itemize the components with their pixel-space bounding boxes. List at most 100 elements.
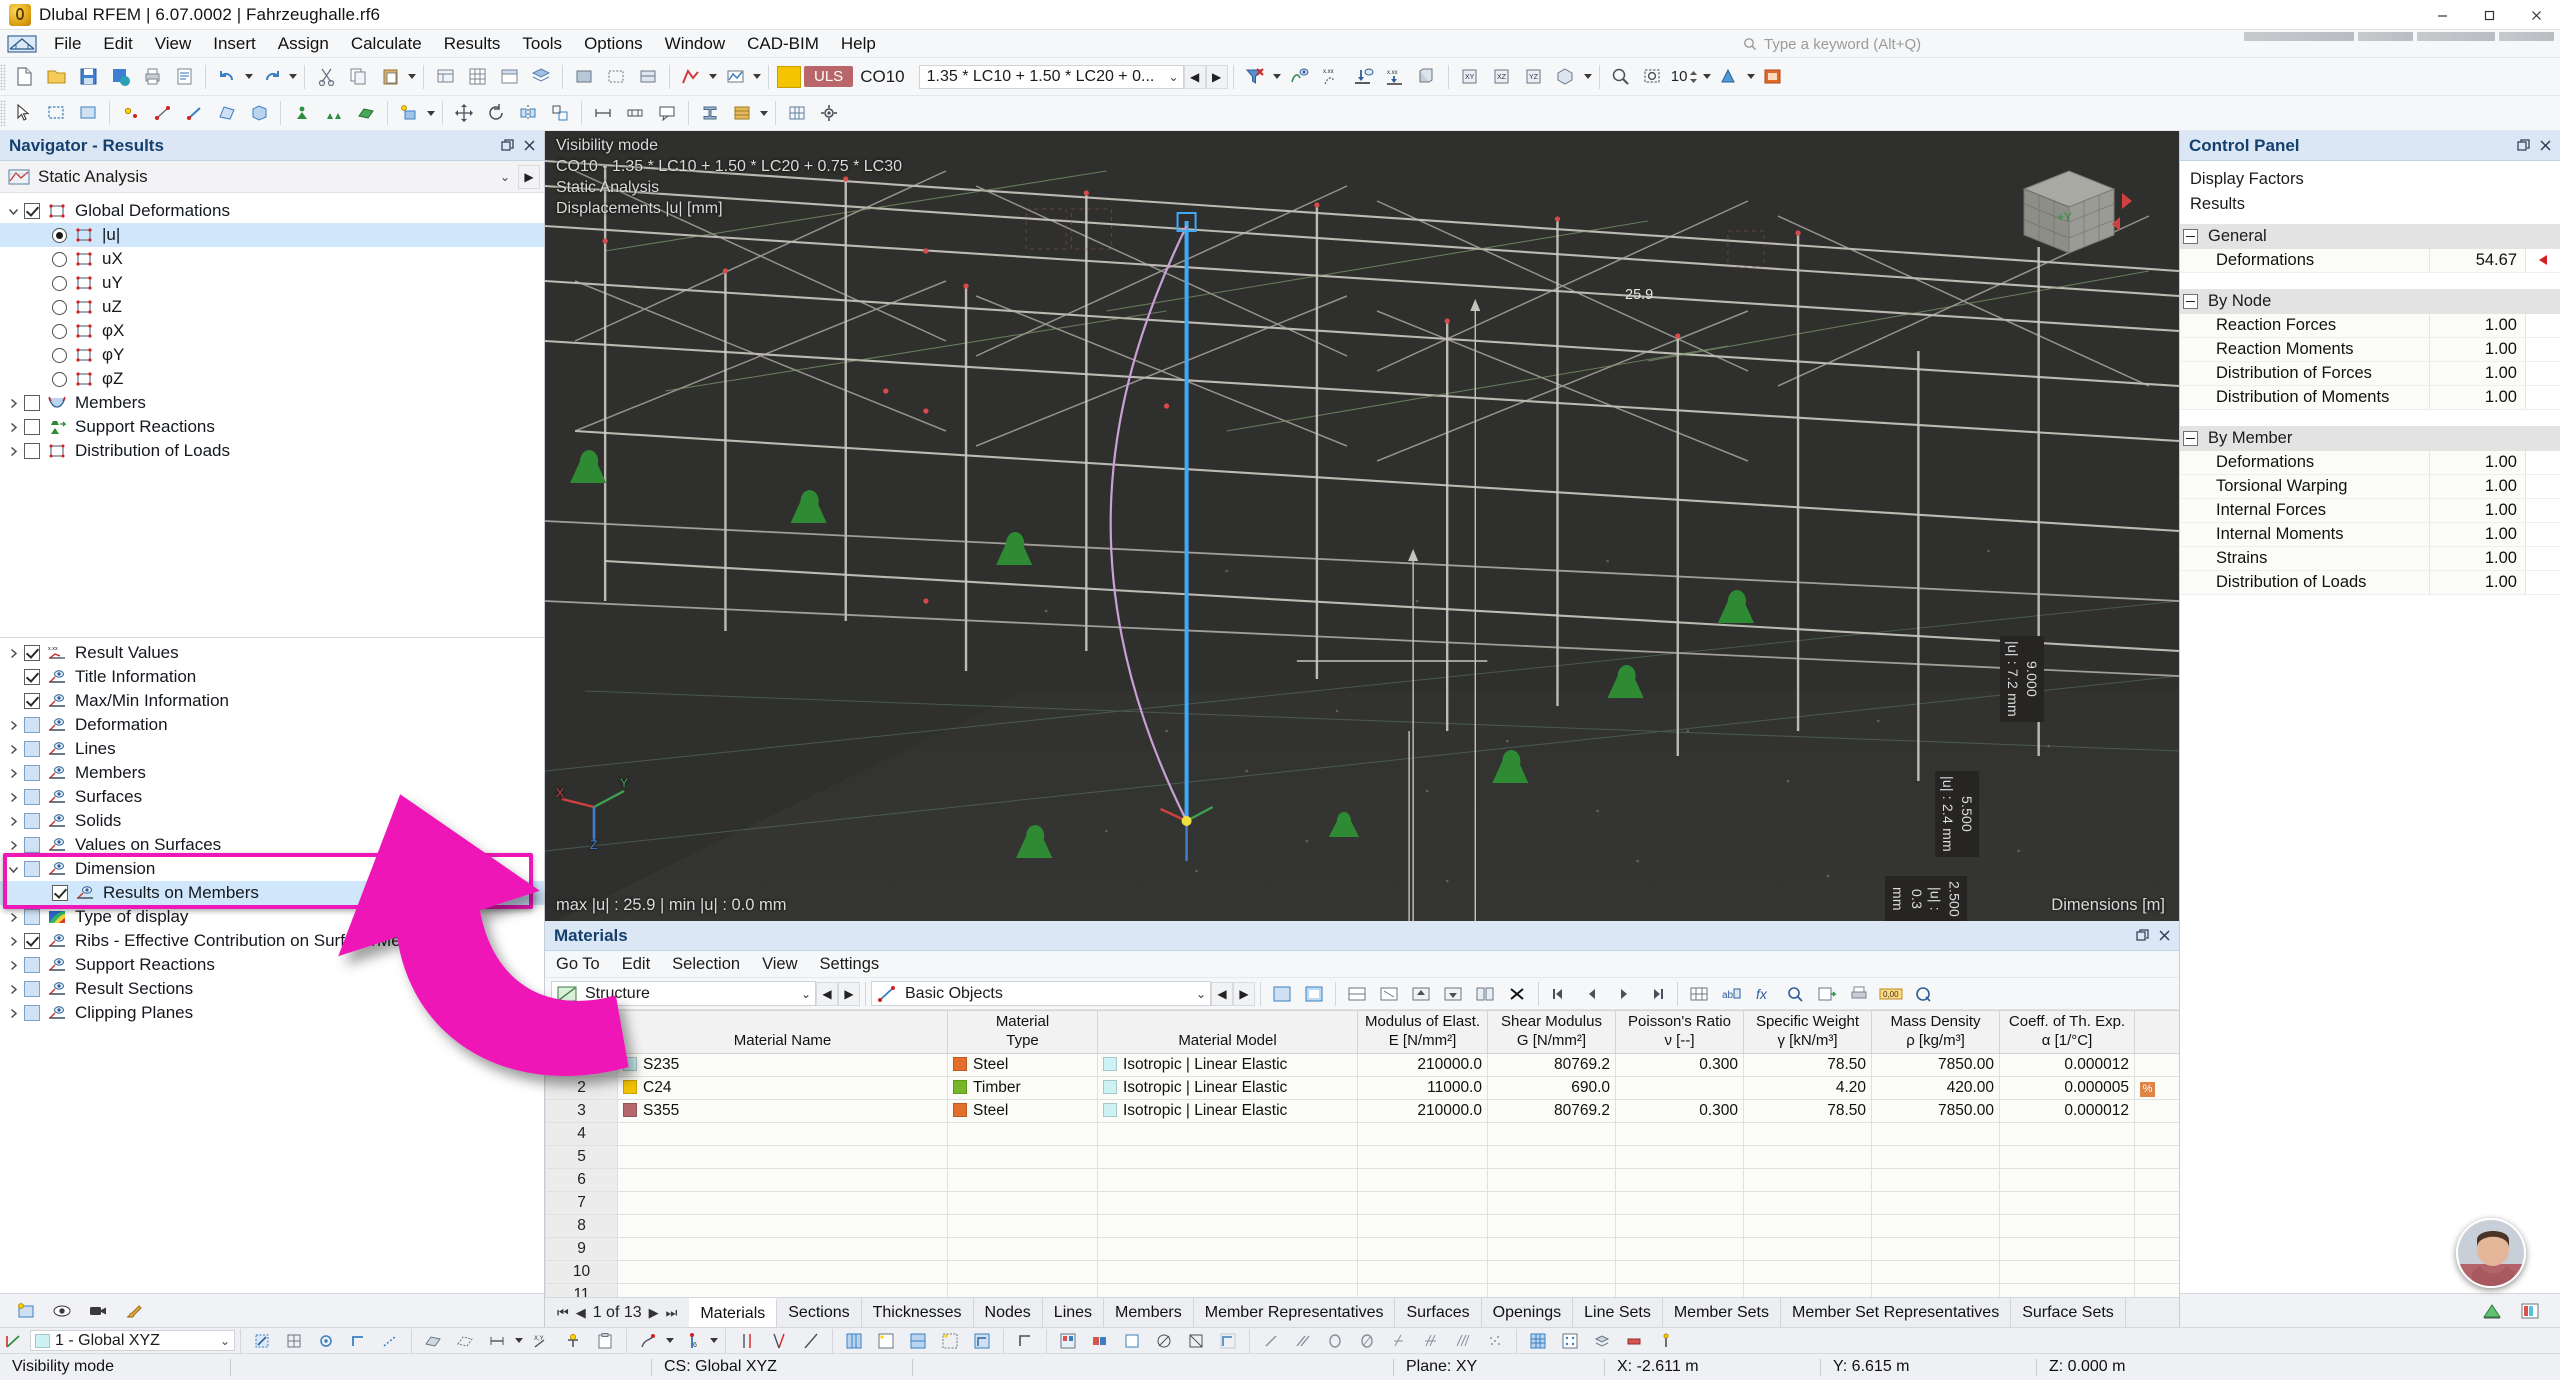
snap-extension-button[interactable] — [374, 1326, 406, 1356]
cell-modulus-elast[interactable] — [1357, 1190, 1488, 1215]
cell-specific-weight[interactable]: 4.20 — [1743, 1075, 1872, 1100]
cell-shear-modulus[interactable] — [1487, 1121, 1616, 1146]
materials-table-body[interactable]: 1 S235 Steel Isotropic | Linear Elastic 2100… — [545, 1052, 2179, 1297]
control-panel-close-button[interactable] — [2534, 135, 2556, 157]
cell-poissons-ratio[interactable]: 0.300 — [1615, 1098, 1744, 1123]
cell-shear-modulus[interactable]: 80769.2 — [1487, 1052, 1616, 1077]
cell-material-name[interactable]: S355 — [617, 1098, 948, 1123]
table-print-button[interactable] — [1843, 979, 1875, 1009]
clipboard-button[interactable] — [589, 1326, 621, 1356]
cell-mass-density[interactable] — [1871, 1144, 2000, 1169]
table-row[interactable]: 9 — [545, 1236, 2179, 1261]
nav-item-ribs-effective-contribution-on-surface-member[interactable]: Ribs - Effective Contribution on Surface… — [0, 929, 544, 953]
cell-material-type[interactable] — [947, 1282, 1098, 1297]
checkbox[interactable] — [24, 1005, 40, 1021]
view-top-button[interactable]: XZ — [1486, 62, 1518, 92]
render-color-button[interactable] — [1713, 62, 1745, 92]
table-merge-button[interactable] — [1469, 979, 1501, 1009]
new-file-button[interactable] — [8, 62, 40, 92]
view-side-button[interactable]: YZ — [1518, 62, 1550, 92]
render-shaded-button[interactable] — [632, 62, 664, 92]
close-button[interactable] — [2513, 0, 2560, 30]
cell-modulus-elast[interactable] — [1357, 1144, 1488, 1169]
color-legend-button[interactable] — [1084, 1326, 1116, 1356]
cell-mass-density[interactable] — [1871, 1259, 2000, 1284]
checkbox[interactable] — [24, 717, 40, 733]
control-panel-float-button[interactable] — [2512, 135, 2534, 157]
cell-options[interactable] — [2134, 1190, 2179, 1215]
cell-modulus-elast[interactable]: 210000.0 — [1357, 1098, 1488, 1123]
cell-poissons-ratio[interactable] — [1615, 1075, 1744, 1100]
chevron-down-icon[interactable] — [2, 200, 24, 222]
chevron-right-icon[interactable] — [2, 440, 24, 462]
save-button[interactable] — [72, 62, 104, 92]
tab-line-sets[interactable]: Line Sets — [1573, 1298, 1663, 1327]
loadcase-next-button[interactable]: ▶ — [1205, 64, 1228, 89]
snap-object-button[interactable] — [310, 1326, 342, 1356]
table-insert-row-button[interactable] — [1341, 979, 1373, 1009]
render-wire-button[interactable] — [600, 62, 632, 92]
menu-item-calculate[interactable]: Calculate — [340, 31, 433, 57]
hatch3-button[interactable] — [1447, 1326, 1479, 1356]
settings-gear-button[interactable] — [813, 98, 845, 128]
new-member-button[interactable] — [179, 98, 211, 128]
guideline-vertical-button[interactable] — [731, 1326, 763, 1356]
nav-item-members[interactable]: Members — [0, 761, 544, 785]
cell-shear-modulus[interactable] — [1487, 1144, 1616, 1169]
cell-material-no[interactable]: 7 — [545, 1190, 618, 1215]
cell-material-name[interactable] — [617, 1167, 948, 1192]
cp-row-value[interactable]: 1.00 — [2430, 313, 2526, 337]
cell-specific-weight[interactable]: 78.50 — [1743, 1098, 1872, 1123]
division-button[interactable]: 6 — [676, 1326, 708, 1356]
nav-top-item-u[interactable]: |u| — [0, 223, 544, 247]
menu-item-assign[interactable]: Assign — [267, 31, 340, 57]
cell-modulus-elast[interactable]: 210000.0 — [1357, 1052, 1488, 1077]
result-deform-button[interactable] — [1347, 62, 1379, 92]
checkbox[interactable] — [24, 861, 40, 877]
cell-material-type[interactable]: Timber — [947, 1075, 1098, 1100]
cell-material-model[interactable] — [1097, 1121, 1358, 1146]
cell-coeff-th-exp[interactable] — [1999, 1167, 2135, 1192]
checkbox[interactable] — [24, 981, 40, 997]
cell-poissons-ratio[interactable] — [1615, 1213, 1744, 1238]
new-load-dropdown-caret[interactable] — [425, 98, 437, 128]
nav-item-title-information[interactable]: Title Information — [0, 665, 544, 689]
col-modulus-elast[interactable]: Modulus of Elast. E [N/mm²] — [1357, 1010, 1488, 1054]
cell-material-model[interactable] — [1097, 1259, 1358, 1284]
cell-poissons-ratio[interactable] — [1615, 1282, 1744, 1297]
zoom-window-button[interactable] — [1637, 62, 1669, 92]
cell-material-type[interactable] — [947, 1213, 1098, 1238]
chevron-right-icon[interactable] — [2, 738, 24, 760]
render-solid-button[interactable] — [568, 62, 600, 92]
loadcase-prev-button[interactable]: ◀ — [1183, 64, 1206, 89]
control-panel-legend-button[interactable] — [2514, 1296, 2546, 1326]
cell-poissons-ratio[interactable] — [1615, 1236, 1744, 1261]
cell-coeff-th-exp[interactable] — [1999, 1236, 2135, 1261]
calculate-dropdown-caret[interactable] — [707, 62, 719, 92]
radio-button[interactable] — [52, 251, 67, 267]
col-coeff-th-exp[interactable]: Coeff. of Th. Exp. α [1/°C] — [1999, 1010, 2135, 1054]
cell-mass-density[interactable] — [1871, 1236, 2000, 1261]
view-dropdown-caret[interactable] — [1582, 62, 1594, 92]
cp-row-value[interactable]: 1.00 — [2430, 474, 2526, 498]
table-menu-view[interactable]: View — [751, 953, 808, 976]
rotate-button[interactable] — [480, 98, 512, 128]
display-render-button[interactable] — [902, 1326, 934, 1356]
table-decimal-button[interactable]: 0,00 — [1875, 979, 1907, 1009]
cell-material-type[interactable] — [947, 1121, 1098, 1146]
table-row[interactable]: 10 — [545, 1259, 2179, 1284]
cp-row-value[interactable]: 1.00 — [2430, 522, 2526, 546]
new-solid-button[interactable] — [243, 98, 275, 128]
cell-material-type[interactable]: Steel — [947, 1052, 1098, 1077]
checkbox[interactable] — [24, 933, 40, 949]
results-display-button[interactable] — [719, 62, 751, 92]
chevron-down-icon[interactable]: ⌄ — [797, 987, 815, 1001]
chevron-right-icon[interactable] — [2, 642, 24, 664]
menu-item-edit[interactable]: Edit — [92, 31, 143, 57]
table-row-up-button[interactable] — [1405, 979, 1437, 1009]
menu-item-view[interactable]: View — [144, 31, 203, 57]
nav-item-result-values[interactable]: x.xx Result Values — [0, 641, 544, 665]
table-pager[interactable]: ⏮ ◀ 1 of 13 ▶ ⏭ — [545, 1298, 689, 1327]
nav-item-surfaces[interactable]: Surfaces — [0, 785, 544, 809]
new-load-button[interactable] — [393, 98, 425, 128]
